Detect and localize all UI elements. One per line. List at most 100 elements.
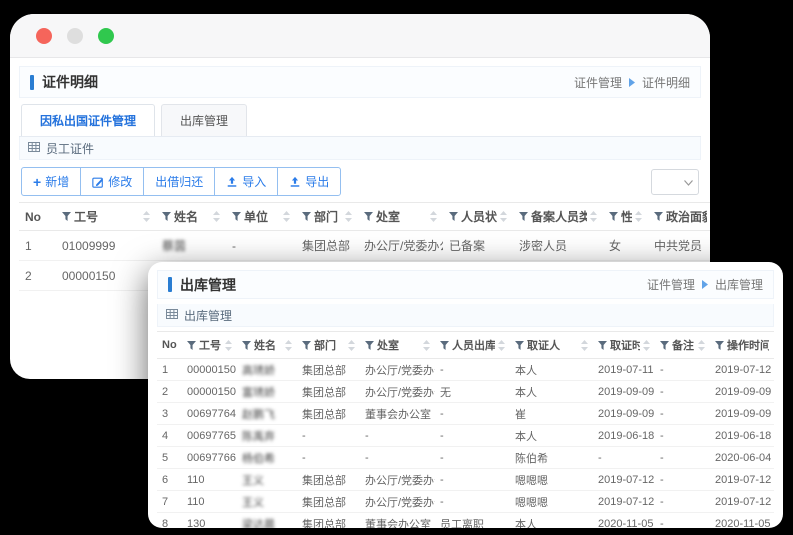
column-header[interactable]: 工号 xyxy=(56,202,156,231)
column-header[interactable]: No xyxy=(19,202,56,231)
table-cell: 00000150 xyxy=(56,370,156,379)
sort-icon[interactable] xyxy=(500,211,507,222)
sort-icon[interactable] xyxy=(345,211,352,222)
filter-icon[interactable] xyxy=(302,340,311,350)
title-accent-bar xyxy=(30,74,34,90)
sort-icon[interactable] xyxy=(213,211,220,222)
filter-icon[interactable] xyxy=(232,212,241,221)
table-cell: 集团总部 xyxy=(296,230,358,261)
column-header[interactable]: 人员状态 xyxy=(443,202,513,231)
sort-icon[interactable] xyxy=(643,339,650,351)
tab-outbound-management[interactable]: 出库管理 xyxy=(161,104,248,136)
table-cell: 王义 xyxy=(237,468,297,491)
table-cell: 00000150 xyxy=(56,260,156,291)
table-row[interactable]: 200000150富琇娇集团总部办公厅/党委办公室无本人2019-09-09-2… xyxy=(157,380,774,403)
table-cell: 2019-09-09 xyxy=(593,402,655,425)
table-row[interactable]: 101009999蔡茵-集团总部办公厅/党委办公室已备案涉密人员女中共党员 xyxy=(19,230,710,261)
filter-icon[interactable] xyxy=(365,340,374,350)
table-cell: 2 xyxy=(19,260,56,291)
sort-icon[interactable] xyxy=(498,339,505,351)
maximize-window-button[interactable] xyxy=(98,27,114,44)
table-row[interactable]: 4 00697765 陈禹弃 - - - 本人 2019-06-18-2019-06-18 xyxy=(157,424,774,447)
table-cell: 00697765 xyxy=(182,424,237,447)
window-titlebar[interactable] xyxy=(10,14,710,58)
sort-icon[interactable] xyxy=(143,211,150,222)
column-header[interactable]: 操作时间 xyxy=(710,331,774,359)
column-header[interactable]: 姓名 xyxy=(156,202,226,231)
column-header[interactable]: 姓名 xyxy=(237,331,297,359)
filter-icon[interactable] xyxy=(162,212,171,221)
filter-icon[interactable] xyxy=(242,340,251,350)
table-cell: - xyxy=(655,424,710,447)
table-row[interactable]: 5 00697766 杨伯希 - - - 陈伯希 - -2020-06-04 xyxy=(157,446,774,469)
sort-icon[interactable] xyxy=(285,339,292,351)
column-header[interactable]: 性别 xyxy=(603,202,648,231)
column-header[interactable]: 备注 xyxy=(655,331,710,359)
filter-icon[interactable] xyxy=(660,340,669,350)
column-header[interactable]: 取证人 xyxy=(510,331,593,359)
minimize-window-button[interactable] xyxy=(67,27,83,44)
table-cell: 2020-11-05 xyxy=(710,512,774,528)
column-header[interactable]: 单位 xyxy=(226,202,296,231)
table-cell: 办公厅/党委办公室 xyxy=(360,468,435,491)
table-cell: 00000150 xyxy=(182,358,237,381)
sort-icon[interactable] xyxy=(225,339,232,351)
export-button[interactable]: 导出 xyxy=(277,167,342,196)
sort-icon[interactable] xyxy=(698,339,705,351)
filter-icon[interactable] xyxy=(440,340,449,350)
breadcrumb-parent[interactable]: 证件管理 xyxy=(647,276,695,293)
import-icon xyxy=(226,176,238,188)
filter-icon[interactable] xyxy=(715,340,724,350)
table-cell: 2019-07-12 xyxy=(710,358,774,381)
page-header: 出库管理 证件管理 出库管理 xyxy=(157,270,774,299)
column-header[interactable]: No xyxy=(157,331,182,359)
filter-icon[interactable] xyxy=(187,340,196,350)
sort-icon[interactable] xyxy=(423,339,430,351)
table-cell: - xyxy=(655,490,710,513)
column-header[interactable]: 处室 xyxy=(360,331,435,359)
add-button[interactable]: + 新增 xyxy=(21,167,82,196)
modify-button[interactable]: 修改 xyxy=(80,167,145,196)
column-header[interactable]: 处室 xyxy=(358,202,443,231)
filter-icon[interactable] xyxy=(598,340,607,350)
filter-icon[interactable] xyxy=(62,212,71,221)
filter-icon[interactable] xyxy=(519,212,528,221)
sort-icon[interactable] xyxy=(581,339,588,351)
sort-icon[interactable] xyxy=(590,211,597,222)
import-button[interactable]: 导入 xyxy=(214,167,279,196)
table-row[interactable]: 100000150高琇娇集团总部办公厅/党委办公室-本人2019-07-11-2… xyxy=(157,358,774,381)
column-header[interactable]: 人员出库事由 xyxy=(435,331,510,359)
table-cell: 2020-11-05 xyxy=(593,512,655,528)
sort-icon[interactable] xyxy=(635,211,642,222)
filter-select[interactable] xyxy=(651,168,699,195)
table-cell: 崔 xyxy=(510,402,593,425)
filter-icon[interactable] xyxy=(302,212,311,221)
column-header[interactable]: 部门 xyxy=(297,331,360,359)
table-row[interactable]: 3 00697764 赵鹏飞 集团总部 董事会办公室 - 崔 2019-09-09-2019-… xyxy=(157,402,774,425)
plus-icon: + xyxy=(33,173,42,190)
edit-icon xyxy=(92,176,104,188)
sort-icon[interactable] xyxy=(283,211,290,222)
filter-icon[interactable] xyxy=(654,212,663,221)
tab-private-overseas-cert[interactable]: 因私出国证件管理 xyxy=(21,104,156,136)
table-row[interactable]: 8 130 梁达晨 集团总部 董事会办公室 员工离职 本人 2020-11-05-2020-1… xyxy=(157,512,774,528)
lend-return-button[interactable]: 出借归还 xyxy=(143,167,216,196)
table-cell: 4 xyxy=(157,424,182,447)
table-cell: 1 xyxy=(157,358,182,381)
table-cell: - xyxy=(655,358,710,381)
sort-icon[interactable] xyxy=(348,339,355,351)
column-header[interactable]: 取证时间 xyxy=(593,331,655,359)
close-window-button[interactable] xyxy=(36,27,52,44)
column-header[interactable]: 工号 xyxy=(182,331,237,359)
filter-icon[interactable] xyxy=(609,212,618,221)
filter-icon[interactable] xyxy=(515,340,524,350)
table-row[interactable]: 7110王义集团总部办公厅/党委办公室-嗯嗯嗯2019-07-12-2019-0… xyxy=(157,490,774,513)
sort-icon[interactable] xyxy=(430,211,437,222)
column-header[interactable]: 政治面貌 xyxy=(648,202,710,231)
column-header[interactable]: 备案人员类别 xyxy=(513,202,603,231)
filter-icon[interactable] xyxy=(449,212,458,221)
breadcrumb-parent[interactable]: 证件管理 xyxy=(574,74,622,91)
filter-icon[interactable] xyxy=(364,212,373,221)
table-row[interactable]: 6110王义集团总部办公厅/党委办公室-嗯嗯嗯2019-07-12-2019-0… xyxy=(157,468,774,491)
column-header[interactable]: 部门 xyxy=(296,202,358,231)
